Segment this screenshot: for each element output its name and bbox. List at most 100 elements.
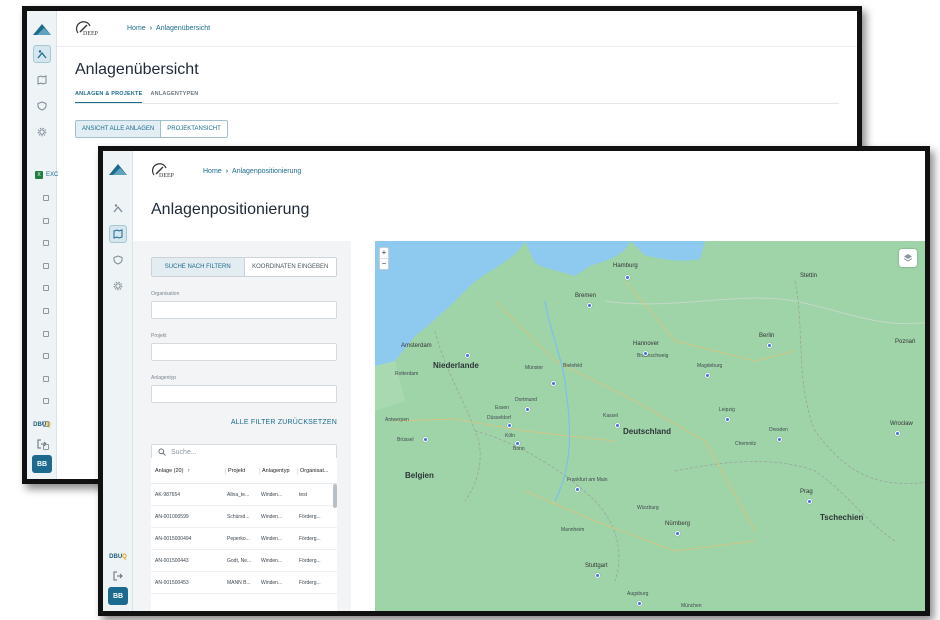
export-button[interactable]: X EXC xyxy=(35,171,58,179)
gear-icon[interactable] xyxy=(109,277,127,295)
map-label-country: Niederlande xyxy=(433,361,479,370)
anlagentyp-label: Anlagentyp xyxy=(151,375,177,381)
plant-marker[interactable] xyxy=(525,407,530,412)
avatar[interactable]: BB xyxy=(108,587,128,605)
organisation-field: Organisation xyxy=(151,291,337,319)
plant-marker[interactable] xyxy=(767,343,772,348)
table-row[interactable]: AN-001000599 Schürsd... Winden... Förderg..… xyxy=(151,506,337,528)
map-label-city: Hamburg xyxy=(613,263,638,269)
breadcrumb-home[interactable]: Home xyxy=(203,168,222,175)
plant-marker[interactable] xyxy=(675,531,680,536)
row-checkbox[interactable] xyxy=(43,443,49,450)
chevron-right-icon: › xyxy=(225,167,229,175)
zoom-control: + − xyxy=(379,247,389,270)
coordinates-mode-button[interactable]: KOORDINATEN EINGEBEN xyxy=(243,258,337,276)
row-checkbox[interactable] xyxy=(43,307,49,314)
map-label-city: Magdeburg xyxy=(697,363,723,369)
map-label-city: Bielefeld xyxy=(563,363,583,369)
breadcrumb-home[interactable]: Home xyxy=(127,25,146,32)
layout-icon[interactable] xyxy=(109,199,127,217)
table-row[interactable]: AN-001500453 MANN B... Winden... Förderg... xyxy=(151,572,337,594)
row-checkbox[interactable] xyxy=(43,398,49,405)
gear-icon[interactable] xyxy=(33,123,51,141)
map-icon[interactable] xyxy=(108,225,127,243)
row-checkbox[interactable] xyxy=(43,375,49,382)
table-row[interactable]: AK-987654 Allna_te... Winden... test xyxy=(151,484,337,506)
plant-marker[interactable] xyxy=(507,423,512,428)
map-label-city: Stettin xyxy=(800,273,818,279)
projekt-input[interactable] xyxy=(151,343,337,361)
map-label-city: Antwerpen xyxy=(385,417,409,423)
plant-marker[interactable] xyxy=(777,437,782,442)
plant-marker[interactable] xyxy=(515,441,520,446)
plant-marker[interactable] xyxy=(895,431,900,436)
map-view[interactable]: + − Niederlande Deutschland Belgien Tsch… xyxy=(375,241,925,611)
plant-marker[interactable] xyxy=(807,499,812,504)
map-label-city: Bremen xyxy=(575,293,597,299)
map-label-city: Düsseldorf xyxy=(487,415,511,421)
map-label-city: München xyxy=(681,603,702,609)
map-label-city: Mannheim xyxy=(561,527,585,533)
map-label-city: Köln xyxy=(505,433,516,439)
plant-marker[interactable] xyxy=(643,351,648,356)
row-checkbox[interactable] xyxy=(43,240,49,247)
zoom-in-button[interactable]: + xyxy=(380,248,388,258)
reset-filters-button[interactable]: ALLE FILTER ZURÜCKSETZEN xyxy=(133,419,337,426)
plant-marker[interactable] xyxy=(615,423,620,428)
zoom-out-button[interactable]: − xyxy=(380,258,388,269)
layout-icon[interactable] xyxy=(32,45,51,63)
plant-marker[interactable] xyxy=(625,275,630,280)
column-header-anlage[interactable]: Anlage (20) ↑ xyxy=(151,468,225,474)
map-label-city: Bonn xyxy=(513,446,525,452)
plant-marker[interactable] xyxy=(587,303,592,308)
row-checkbox[interactable] xyxy=(43,420,49,427)
map-canvas[interactable] xyxy=(375,241,925,611)
row-checkbox[interactable] xyxy=(43,353,49,360)
top-bar: DEEP Home › Anlagenpositionierung xyxy=(133,151,925,191)
column-header-organisation[interactable]: Organisat... xyxy=(297,467,333,474)
map-icon[interactable] xyxy=(33,71,51,89)
layers-button[interactable] xyxy=(899,249,917,267)
search-icon xyxy=(158,448,166,456)
organisation-input[interactable] xyxy=(151,301,337,319)
map-label-city: Brüssel xyxy=(397,437,414,443)
view-project-button[interactable]: PROJEKTANSICHT xyxy=(160,121,227,137)
filter-mode-button[interactable]: SUCHE NACH FILTERN xyxy=(152,258,244,276)
plant-marker[interactable] xyxy=(637,601,642,606)
plant-marker[interactable] xyxy=(423,437,428,442)
logout-icon[interactable] xyxy=(113,571,123,581)
row-checkbox[interactable] xyxy=(43,217,49,224)
tab-anlagen-projekte[interactable]: ANLAGEN & PROJEKTE xyxy=(75,91,143,103)
row-checkbox[interactable] xyxy=(43,285,49,292)
row-checkbox[interactable] xyxy=(43,262,49,269)
plant-marker[interactable] xyxy=(595,573,600,578)
table-row[interactable]: AN-0015000494 Peperko... Winden... Förderg.… xyxy=(151,528,337,550)
table-scrollbar[interactable] xyxy=(333,484,337,508)
column-header-anlagentyp[interactable]: Anlagentyp xyxy=(259,467,297,474)
column-header-projekt[interactable]: Projekt xyxy=(225,467,259,474)
map-label-city: Braunschweig xyxy=(637,353,669,359)
tab-anlagentypen[interactable]: ANLAGENTYPEN xyxy=(150,91,198,103)
anlagentyp-input[interactable] xyxy=(151,385,337,403)
app-logo-icon xyxy=(108,164,127,175)
avatar[interactable]: BB xyxy=(32,455,52,473)
plant-marker[interactable] xyxy=(575,487,580,492)
row-checkbox[interactable] xyxy=(43,330,49,337)
plant-marker[interactable] xyxy=(551,381,556,386)
map-label-city: Rotterdam xyxy=(395,371,419,377)
plant-marker[interactable] xyxy=(465,353,470,358)
table-header: Anlage (20) ↑ Projekt Anlagentyp Organisa… xyxy=(151,458,337,484)
shield-icon[interactable] xyxy=(109,251,127,269)
plant-marker[interactable] xyxy=(705,373,710,378)
view-toggle: ANSICHT ALLE ANLAGEN PROJEKTANSICHT xyxy=(75,120,228,138)
row-checkbox[interactable] xyxy=(43,195,49,201)
map-label-country: Deutschland xyxy=(623,427,672,436)
view-all-button[interactable]: ANSICHT ALLE ANLAGEN xyxy=(76,121,161,137)
map-label-city: Prag xyxy=(800,489,813,495)
table-row[interactable]: AN-001500443 Godt, Ne... Winden... Förderg.… xyxy=(151,550,337,572)
page-title: Anlagenübersicht xyxy=(75,61,199,78)
shield-icon[interactable] xyxy=(33,97,51,115)
page-title: Anlagenpositionierung xyxy=(151,201,310,218)
map-label-city: Kassel xyxy=(603,413,619,419)
plant-marker[interactable] xyxy=(725,417,730,422)
